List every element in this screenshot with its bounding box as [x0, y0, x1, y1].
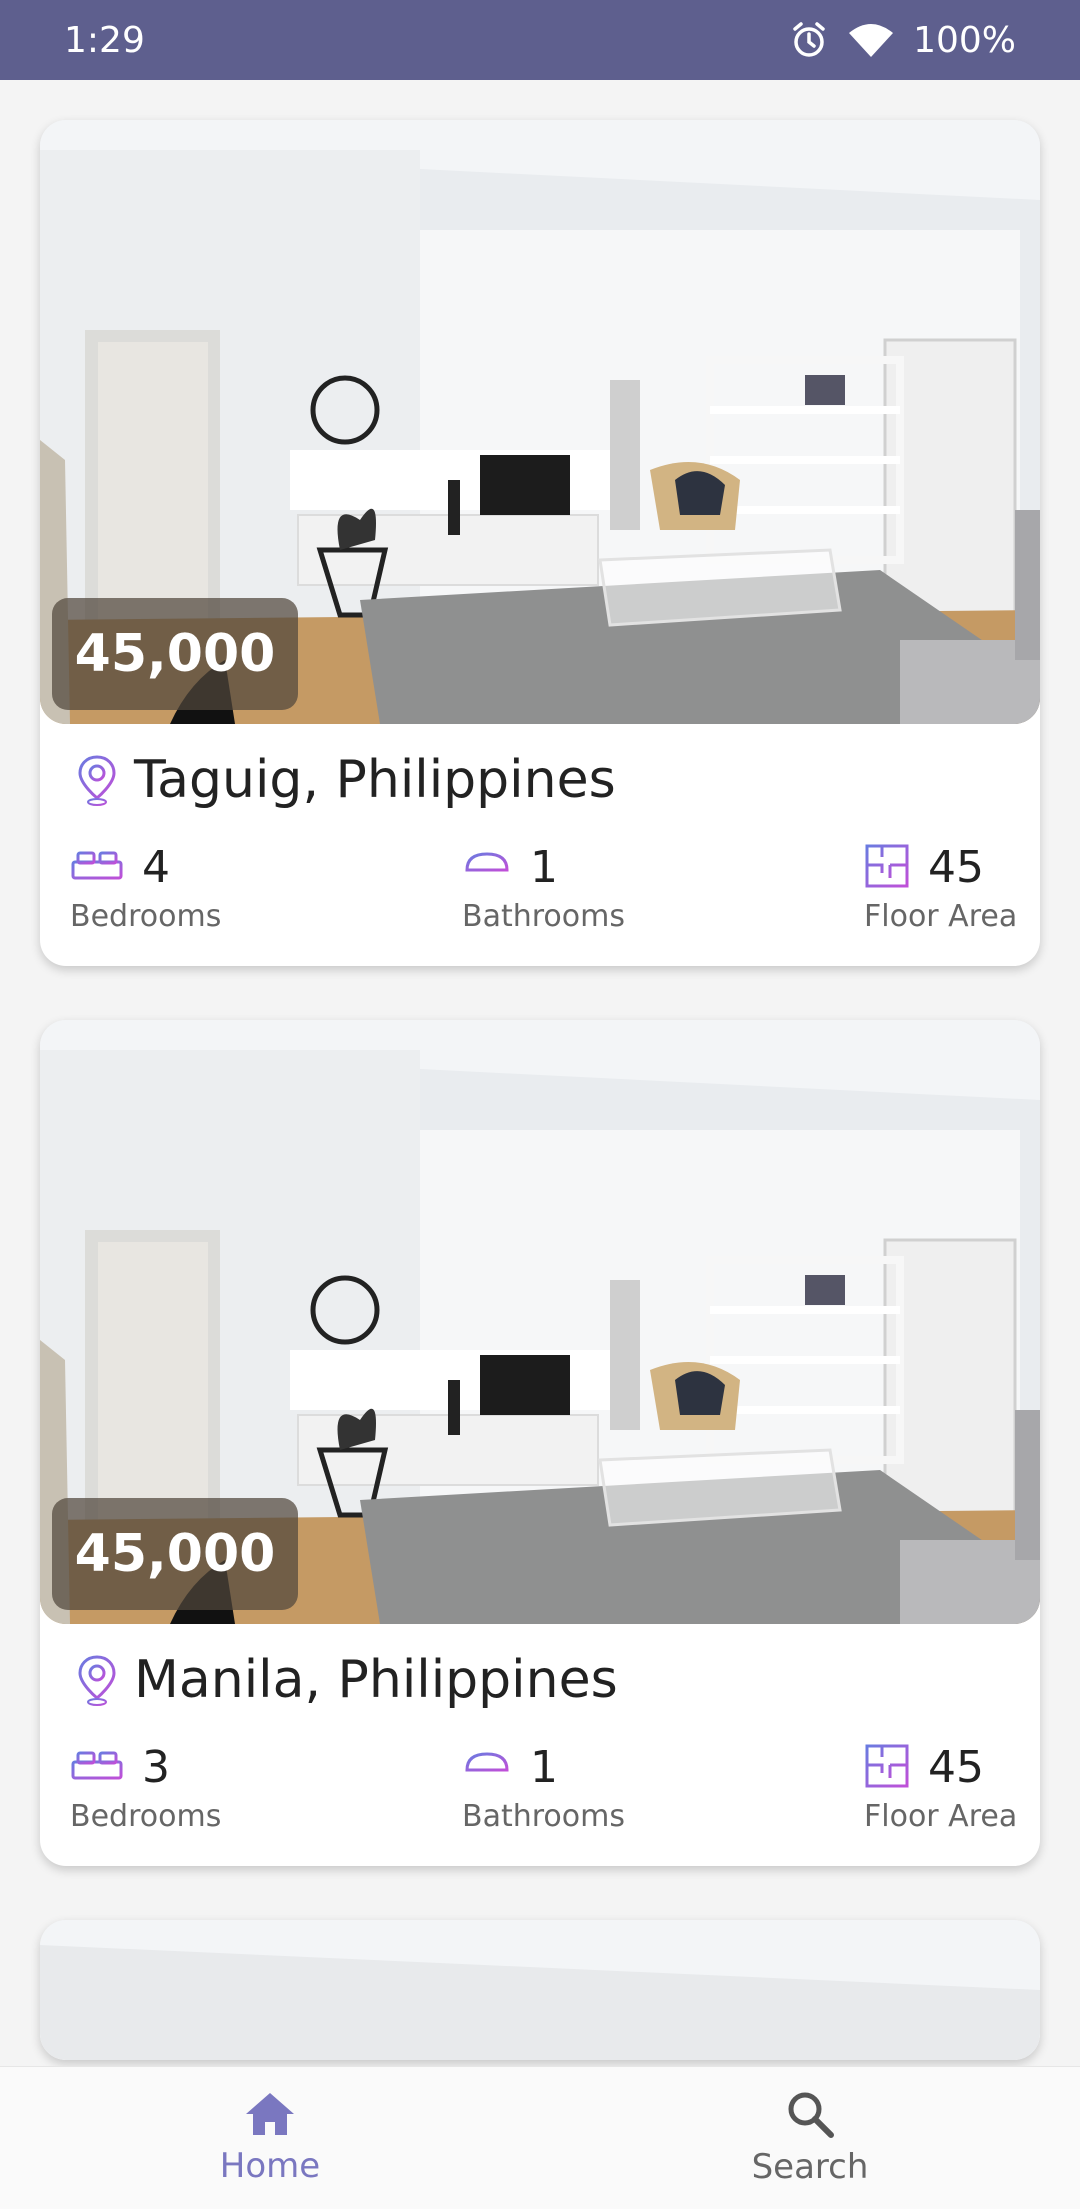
status-icons: 100% [789, 20, 1016, 61]
status-time: 1:29 [64, 19, 145, 61]
floor-plan-icon [864, 1743, 910, 1793]
floor-area-value: 45 [928, 1742, 984, 1793]
floor-area-label: Floor Area [864, 1799, 1018, 1834]
location-row: Manila, Philippines [76, 1650, 618, 1710]
location-pin-icon [76, 1654, 118, 1706]
listing-photo: 45,000 [40, 120, 1040, 724]
nav-search[interactable]: Search [660, 2067, 960, 2209]
listing-photo [40, 1920, 1040, 2060]
bedrooms-label: Bedrooms [70, 899, 222, 934]
alarm-icon [789, 20, 829, 60]
price-badge: 45,000 [52, 1498, 298, 1610]
bed-icon [70, 1748, 124, 1788]
location-text: Taguig, Philippines [134, 750, 616, 810]
stat-floor-area: 45 Floor Area [864, 842, 1017, 934]
search-icon [785, 2089, 835, 2143]
bedrooms-label: Bedrooms [70, 1799, 222, 1834]
bathrooms-count: 1 [530, 842, 558, 893]
listing-info: Taguig, Philippines 4 Bedrooms 1 Bathroo… [40, 724, 1040, 966]
bathrooms-count: 1 [530, 1742, 558, 1793]
shower-icon [462, 844, 512, 892]
bedrooms-count: 3 [142, 1742, 170, 1793]
price-badge: 45,000 [52, 598, 298, 710]
nav-home[interactable]: Home [120, 2067, 420, 2209]
floor-area-value: 45 [928, 842, 984, 893]
nav-home-label: Home [219, 2146, 321, 2186]
floor-plan-icon [864, 843, 910, 893]
nav-search-label: Search [751, 2147, 869, 2187]
stat-floor-area: 45 Floor Area [864, 1742, 1017, 1834]
listing-info: Manila, Philippines 3 Bedrooms 1 Bathroo… [40, 1624, 1040, 1866]
listing-card[interactable] [40, 1920, 1040, 2060]
listing-card[interactable]: 45,000 Manila, Philippines 3 Bedrooms 1 … [40, 1020, 1040, 1866]
listing-photo: 45,000 [40, 1020, 1040, 1624]
shower-icon [462, 1744, 512, 1792]
stat-bedrooms: 4 Bedrooms [70, 842, 221, 934]
status-bar: 1:29 100% [0, 0, 1080, 80]
listing-card[interactable]: 45,000 Taguig, Philippines 4 Bedrooms 1 … [40, 120, 1040, 966]
stat-bathrooms: 1 Bathrooms [462, 1742, 625, 1834]
floor-area-label: Floor Area [864, 899, 1018, 934]
bottom-navigation: Home Search [0, 2066, 1080, 2209]
battery-level: 100% [913, 19, 1016, 61]
home-icon [243, 2090, 297, 2142]
stat-bedrooms: 3 Bedrooms [70, 1742, 221, 1834]
bathrooms-label: Bathrooms [462, 899, 625, 934]
location-pin-icon [76, 754, 118, 806]
bathrooms-label: Bathrooms [462, 1799, 625, 1834]
location-text: Manila, Philippines [134, 1650, 618, 1710]
stat-bathrooms: 1 Bathrooms [462, 842, 625, 934]
wifi-icon [847, 21, 895, 59]
bedrooms-count: 4 [142, 842, 170, 893]
location-row: Taguig, Philippines [76, 750, 616, 810]
bed-icon [70, 848, 124, 888]
